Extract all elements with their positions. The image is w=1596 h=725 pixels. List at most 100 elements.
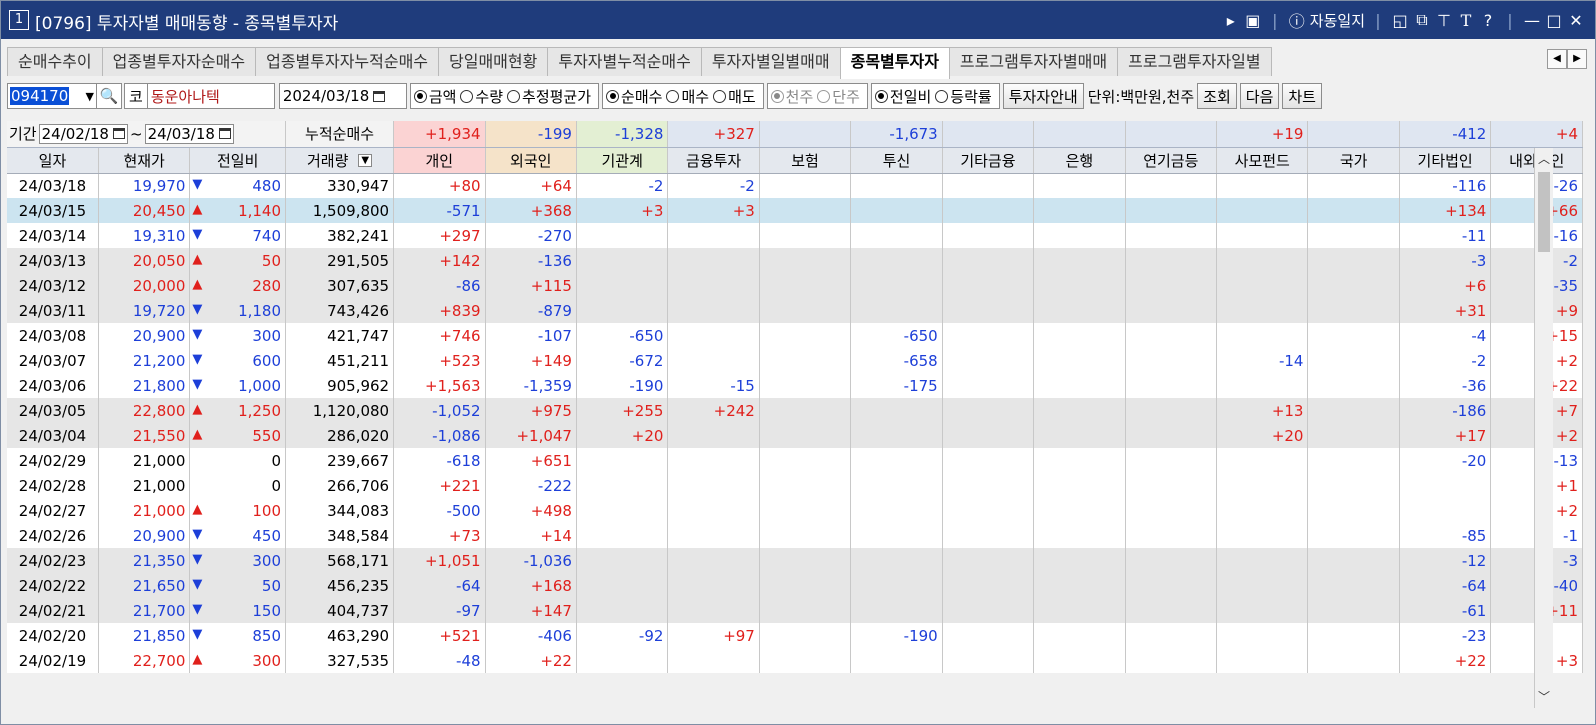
investor-value-cell <box>1307 573 1400 598</box>
column-header[interactable]: 국가 <box>1307 147 1400 174</box>
calendar-icon[interactable] <box>112 128 125 140</box>
column-header[interactable]: 외국인 <box>485 147 577 174</box>
table-row[interactable]: 24/03/04 21,550 ▲ 550 286,020 -1,086 +1,047 +20… <box>7 423 1583 448</box>
minimize-icon[interactable]: — <box>1523 11 1541 30</box>
tab-8[interactable]: 프로그램투자자일별 <box>1117 47 1272 76</box>
table-row[interactable]: 24/03/12 20,000 ▲ 280 307,635 -86 +115 +6 -35 <box>7 273 1583 298</box>
radio-thousand-shares[interactable]: 천주 <box>770 86 813 107</box>
investor-value-cell <box>1033 323 1126 348</box>
table-row[interactable]: 24/02/29 21,000 0 239,667 -618 +651 -20 -13 <box>7 448 1583 473</box>
column-header[interactable]: 거래량 ▼ <box>285 147 395 174</box>
radio-prev-day-change[interactable]: 전일비 <box>874 86 931 107</box>
column-header[interactable]: 투신 <box>850 147 943 174</box>
change-value: 1,180 <box>238 301 282 320</box>
table-row[interactable]: 24/03/18 19,970 ▼ 480 330,947 +80 +64 -2 -2 -116-… <box>7 173 1583 198</box>
sort-dropdown-icon[interactable]: ▼ <box>358 153 373 167</box>
stock-code-input[interactable]: 094170 ▼ <box>7 83 97 109</box>
table-row[interactable]: 24/02/21 21,700 ▼ 150 404,737 -97 +147 -61 +11 <box>7 598 1583 623</box>
close-icon[interactable]: ✕ <box>1567 11 1585 30</box>
investor-value-cell <box>759 648 852 673</box>
window-number-badge[interactable]: 1 <box>9 10 29 30</box>
change-value: 300 <box>252 651 282 670</box>
chevron-down-icon[interactable]: ▼ <box>86 90 94 103</box>
auto-daily-label[interactable]: 자동일지 <box>1310 10 1365 31</box>
play-icon[interactable]: ▸ <box>1222 11 1240 30</box>
vertical-scrollbar[interactable]: ︿ ﹀ <box>1534 148 1553 708</box>
column-header[interactable]: 은행 <box>1033 147 1126 174</box>
table-row[interactable]: 24/03/07 21,200 ▼ 600 451,211 +523 +149 -672 -65… <box>7 348 1583 373</box>
tab-4[interactable]: 투자자별누적순매수 <box>547 47 702 76</box>
tab-1[interactable]: 업종별투자자순매수 <box>101 47 257 76</box>
font-icon[interactable]: T <box>1457 11 1475 30</box>
table-row[interactable]: 24/02/19 22,700 ▲ 300 327,535 -48 +22 +22 +3 <box>7 648 1583 673</box>
column-header[interactable]: 연기금등 <box>1125 147 1218 174</box>
table-row[interactable]: 24/02/23 21,350 ▼ 300 568,171 +1,051 -1,036 -12… <box>7 548 1583 573</box>
tab-5[interactable]: 투자자별일별매매 <box>700 47 841 76</box>
table-row[interactable]: 24/02/20 21,850 ▼ 850 463,290 +521 -406 -92 +97 -… <box>7 623 1583 648</box>
tab-2[interactable]: 업종별투자자누적순매수 <box>255 47 440 76</box>
column-header[interactable]: 일자 <box>7 147 99 174</box>
date-input[interactable]: 2024/03/18 <box>278 83 407 109</box>
radio-change-rate[interactable]: 등락률 <box>935 86 992 107</box>
table-row[interactable]: 24/02/28 21,000 0 266,706 +221 -222 +1 <box>7 473 1583 498</box>
change-cell: ▲ 100 <box>189 498 287 523</box>
calendar-icon[interactable] <box>218 128 231 140</box>
scroll-thumb[interactable] <box>1538 172 1550 252</box>
info-icon[interactable]: ⓘ <box>1288 8 1306 32</box>
radio-estimated-average[interactable]: 추정평균가 <box>507 86 591 107</box>
pin-icon[interactable]: ⊤ <box>1435 11 1453 30</box>
table-row[interactable]: 24/03/11 19,720 ▼ 1,180 743,426 +839 -879 +31 +9 <box>7 298 1583 323</box>
column-header[interactable]: 기관계 <box>576 147 669 174</box>
radio-net-buy[interactable]: 순매수 <box>606 86 662 107</box>
tab-6[interactable]: 종목별투자자 <box>839 47 950 79</box>
scroll-down-icon[interactable]: ﹀ <box>1535 688 1553 706</box>
investor-value-cell: +22 <box>1399 648 1492 673</box>
query-button[interactable]: 조회 <box>1197 83 1237 109</box>
radio-single-shares[interactable]: 단주 <box>817 86 860 107</box>
copy-window-icon[interactable]: ⧉ <box>1413 10 1431 30</box>
radio-amount[interactable]: 금액 <box>413 86 456 107</box>
calendar-icon[interactable] <box>373 90 386 102</box>
column-header[interactable]: 보험 <box>759 147 852 174</box>
tab-0[interactable]: 순매수추이 <box>7 47 103 76</box>
tab-3[interactable]: 당일매매현황 <box>438 47 549 76</box>
memo-icon[interactable]: ▣ <box>1244 11 1262 30</box>
tab-next-icon[interactable]: ▶ <box>1567 49 1587 69</box>
investor-value-cell <box>1033 348 1126 373</box>
table-row[interactable]: 24/02/26 20,900 ▼ 450 348,584 +73 +14 -85 -1 <box>7 523 1583 548</box>
radio-buy[interactable]: 매수 <box>666 86 709 107</box>
investor-guide-button[interactable]: 투자자안내 <box>1002 83 1084 109</box>
column-header[interactable]: 사모펀드 <box>1216 147 1309 174</box>
table-row[interactable]: 24/03/13 20,050 ▲ 50 291,505 +142 -136 -3 -2 <box>7 248 1583 273</box>
radio-sell[interactable]: 매도 <box>713 86 756 107</box>
maximize-icon[interactable]: □ <box>1545 11 1563 30</box>
radio-quantity[interactable]: 수량 <box>460 86 503 107</box>
tab-prev-icon[interactable]: ◀ <box>1547 49 1567 69</box>
investor-value-cell <box>1125 373 1218 398</box>
column-header[interactable]: 금융투자 <box>667 147 760 174</box>
column-header[interactable]: 전일비 <box>189 147 287 174</box>
layout-icon[interactable]: ◱ <box>1391 11 1409 30</box>
help-icon[interactable]: ? <box>1479 11 1497 30</box>
table-row[interactable]: 24/03/08 20,900 ▼ 300 421,747 +746 -107 -650 -65… <box>7 323 1583 348</box>
table-row[interactable]: 24/02/22 21,650 ▼ 50 456,235 -64 +168 -64 -40 <box>7 573 1583 598</box>
column-header[interactable]: 기타금융 <box>942 147 1035 174</box>
chart-button[interactable]: 차트 <box>1282 83 1322 109</box>
table-row[interactable]: 24/03/06 21,800 ▼ 1,000 905,962 +1,563 -1,359-… <box>7 373 1583 398</box>
table-row[interactable]: 24/02/27 21,000 ▲ 100 344,083 -500 +498 +2 <box>7 498 1583 523</box>
search-icon[interactable]: 🔍 <box>96 83 122 109</box>
investor-value-cell <box>1125 223 1218 248</box>
table-row[interactable]: 24/03/15 20,450 ▲ 1,140 1,509,800 -571 +368 +3 +… <box>7 198 1583 223</box>
investor-value-cell <box>667 498 760 523</box>
table-row[interactable]: 24/03/14 19,310 ▼ 740 382,241 +297 -270 -11 -16 <box>7 223 1583 248</box>
period-to-input[interactable]: 24/03/18 <box>144 123 234 144</box>
scroll-up-icon[interactable]: ︿ <box>1535 150 1553 168</box>
column-header[interactable]: 개인 <box>393 147 486 174</box>
tab-7[interactable]: 프로그램투자자별매매 <box>948 47 1119 76</box>
period-from-input[interactable]: 24/02/18 <box>38 123 128 144</box>
table-row[interactable]: 24/03/05 22,800 ▲ 1,250 1,120,080 -1,052 +975 +… <box>7 398 1583 423</box>
column-header[interactable]: 기타법인 <box>1399 147 1492 174</box>
stock-name-field[interactable]: 동운아나텍 <box>146 83 275 109</box>
next-button[interactable]: 다음 <box>1239 83 1280 109</box>
column-header[interactable]: 현재가 <box>98 147 191 174</box>
